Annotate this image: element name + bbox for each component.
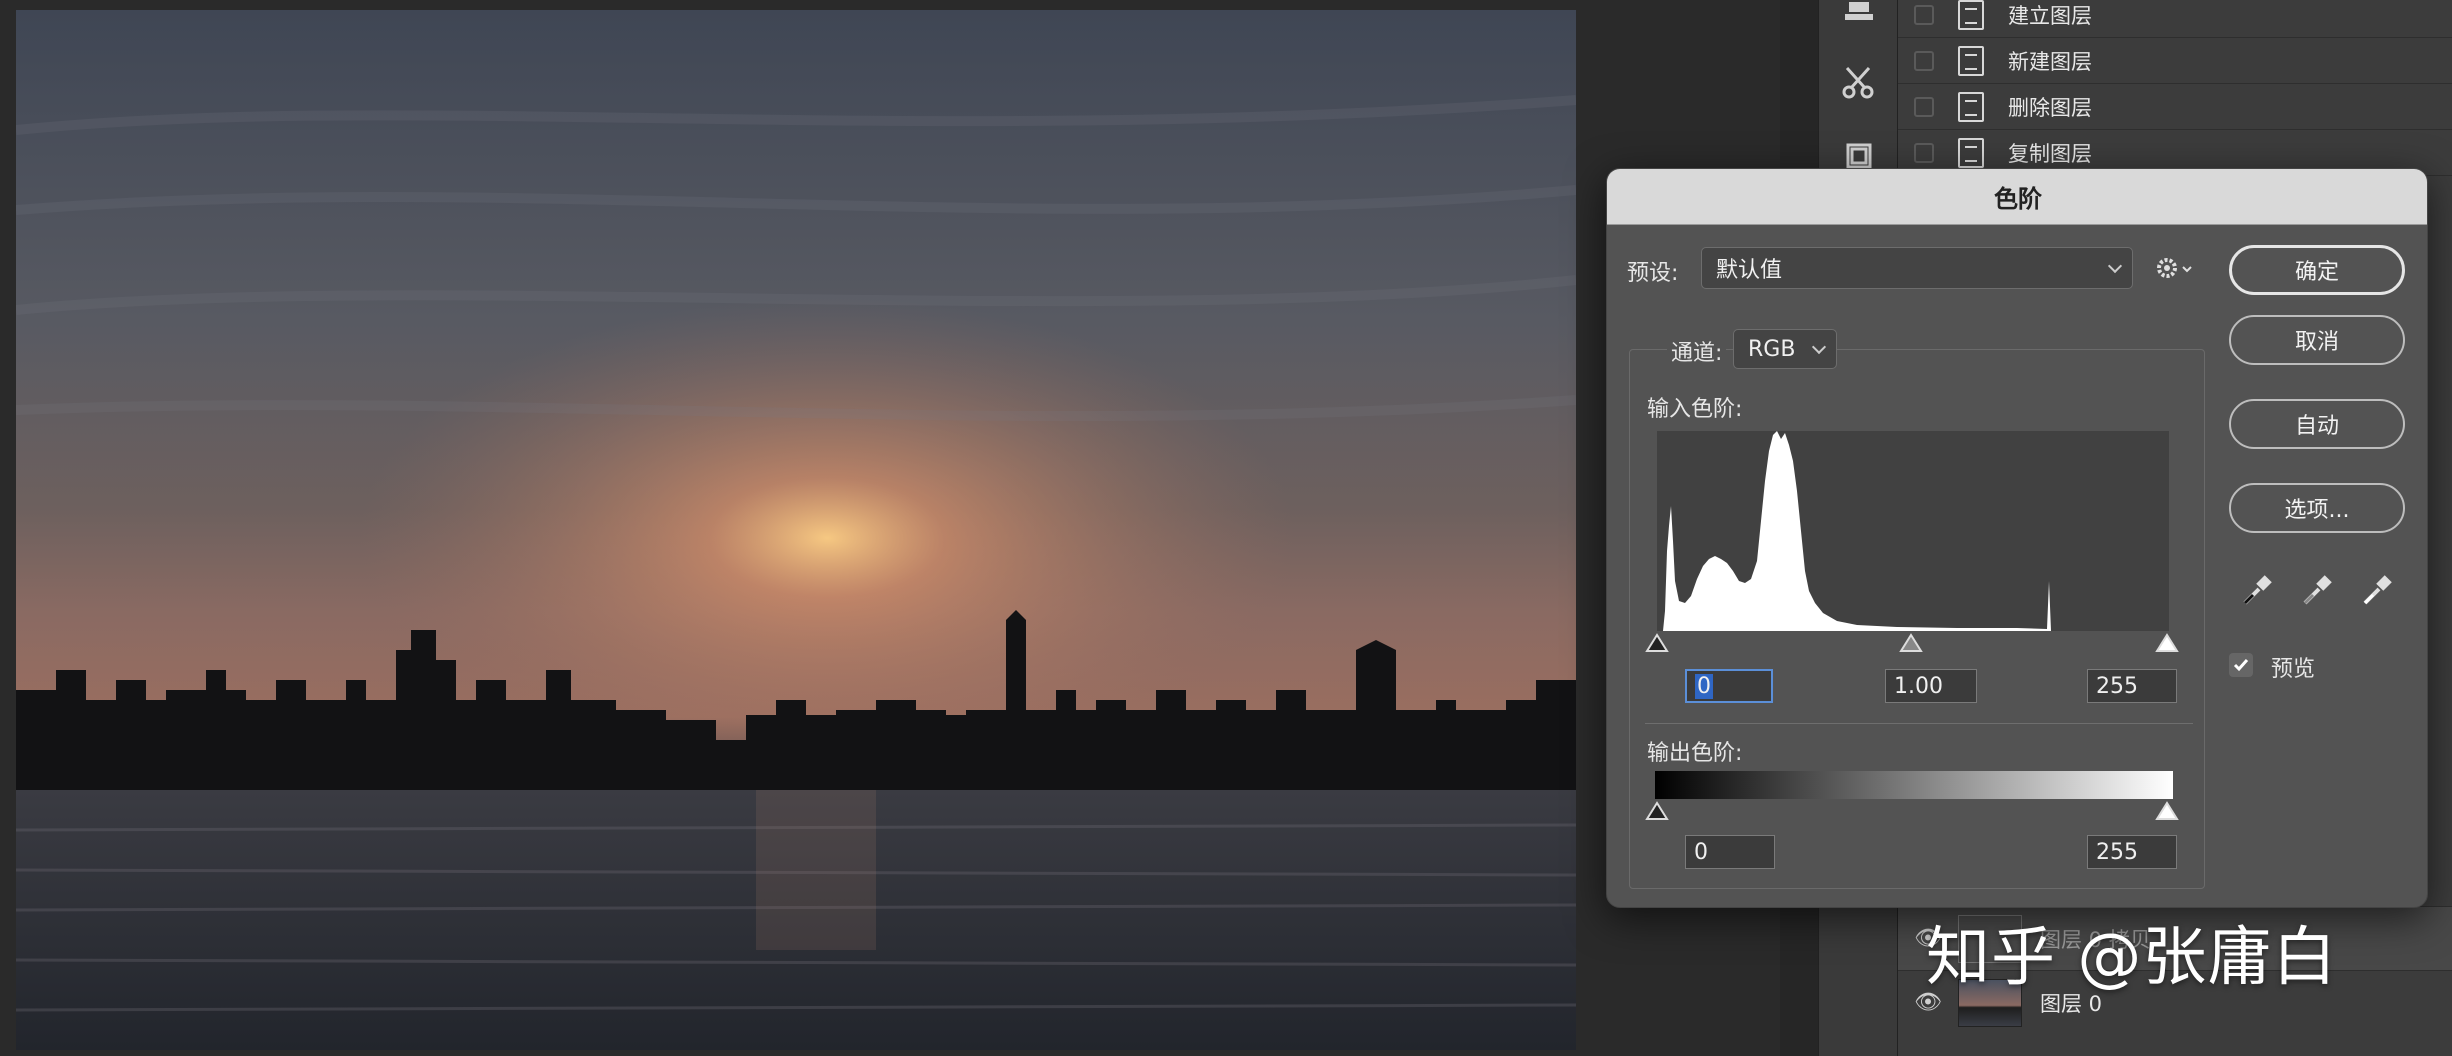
output-black-slider[interactable]	[1645, 801, 1669, 820]
action-toggle-checkbox[interactable]	[1914, 96, 1934, 117]
action-toggle-checkbox[interactable]	[1914, 142, 1934, 163]
output-gradient-bar	[1655, 771, 2173, 799]
preset-value: 默认值	[1716, 258, 1783, 283]
action-label: 删除图层	[2008, 95, 2092, 120]
action-toggle-checkbox[interactable]	[1914, 50, 1934, 71]
chevron-down-icon	[2107, 258, 2123, 274]
dialog-title: 色阶	[1994, 185, 2042, 213]
output-slider-track	[1645, 801, 2179, 820]
sunset-skyline-image	[16, 10, 1576, 1050]
divider	[1645, 723, 2193, 724]
dialog-title-bar[interactable]: 色阶	[1607, 169, 2427, 225]
input-gamma-value: 1.00	[1894, 673, 1943, 699]
preset-label: 预设:	[1627, 261, 1679, 286]
input-white-slider[interactable]	[2155, 633, 2179, 652]
action-item[interactable]: 建立图层	[1898, 0, 2452, 38]
action-document-icon	[1958, 137, 1984, 168]
input-slider-track	[1645, 633, 2179, 652]
levels-dialog: 色阶 预设: 默认值 确定 取消 自动 选项... 预览 通道: RGB 输入色…	[1606, 168, 2428, 908]
action-label: 复制图层	[2008, 141, 2092, 166]
channel-value: RGB	[1748, 336, 1796, 362]
ok-button[interactable]: 确定	[2229, 245, 2405, 295]
watermark-text: 知乎 @张庸白	[1926, 921, 2338, 995]
output-white-field[interactable]: 255	[2087, 835, 2177, 869]
canvas-area	[0, 0, 1780, 1056]
preview-checkbox[interactable]	[2229, 653, 2253, 677]
input-black-field[interactable]: 0	[1685, 669, 1773, 703]
preview-label: 预览	[2271, 657, 2316, 682]
black-eyedropper-icon[interactable]	[2239, 573, 2275, 609]
output-black-value: 0	[1694, 839, 1708, 865]
photo-canvas[interactable]	[16, 10, 1576, 1050]
channel-label: 通道:	[1667, 335, 1727, 367]
action-document-icon	[1958, 91, 1984, 122]
action-item[interactable]: 删除图层	[1898, 84, 2452, 130]
histogram-fill	[1663, 431, 2051, 631]
auto-button[interactable]: 自动	[2229, 399, 2405, 449]
action-document-icon	[1958, 0, 1984, 30]
action-label: 建立图层	[2008, 3, 2092, 28]
action-document-icon	[1958, 45, 1984, 76]
channel-select[interactable]: RGB	[1733, 329, 1837, 369]
action-toggle-checkbox[interactable]	[1914, 4, 1934, 25]
action-label: 新建图层	[2008, 49, 2092, 74]
gray-eyedropper-icon[interactable]	[2299, 573, 2335, 609]
preset-select[interactable]: 默认值	[1701, 247, 2133, 289]
input-white-value: 255	[2096, 673, 2138, 699]
input-black-slider[interactable]	[1645, 633, 1669, 652]
histogram-graph	[1663, 431, 2051, 631]
stamp-icon[interactable]	[1833, 0, 1885, 44]
cancel-button[interactable]: 取消	[2229, 315, 2405, 365]
input-white-field[interactable]: 255	[2087, 669, 2177, 703]
output-black-field[interactable]: 0	[1685, 835, 1775, 869]
output-white-slider[interactable]	[2155, 801, 2179, 820]
output-white-value: 255	[2096, 839, 2138, 865]
input-black-value: 0	[1695, 673, 1713, 699]
output-levels-label: 输出色阶:	[1647, 741, 1743, 766]
input-levels-label: 输入色阶:	[1647, 397, 1743, 422]
input-gamma-field[interactable]: 1.00	[1885, 669, 1977, 703]
scissors-icon[interactable]	[1833, 56, 1885, 108]
input-gamma-slider[interactable]	[1899, 633, 1923, 652]
white-eyedropper-icon[interactable]	[2359, 573, 2395, 609]
action-item[interactable]: 新建图层	[1898, 38, 2452, 84]
histogram	[1657, 431, 2169, 631]
gear-icon[interactable]	[2155, 253, 2195, 283]
options-button[interactable]: 选项...	[2229, 483, 2405, 533]
chevron-down-icon	[1811, 339, 1827, 355]
